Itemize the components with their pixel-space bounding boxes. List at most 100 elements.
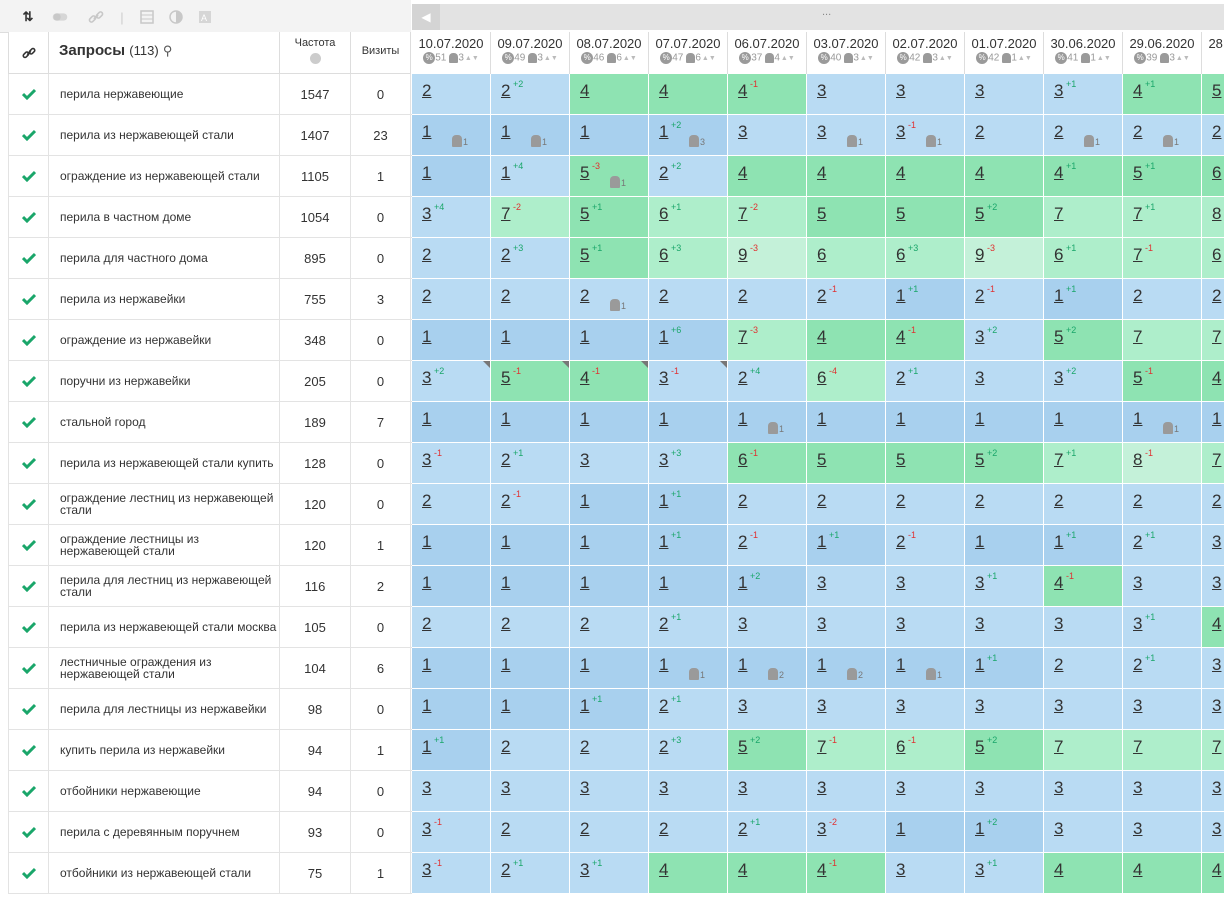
table-row[interactable]: перила для лестницы из нержавейки 98 0 [8,689,412,730]
position-value[interactable]: 2 [659,737,668,757]
check-cell[interactable] [8,648,49,688]
position-cell[interactable]: 2 +1 [649,689,728,730]
position-cell[interactable]: 4 [1044,853,1123,894]
position-value[interactable]: 4 [896,327,905,347]
position-cell[interactable]: 2 +1 [1123,648,1202,689]
comment-marker[interactable] [562,361,569,368]
position-cell[interactable]: 3 -1 1 [886,115,965,156]
sort-arrows-icon[interactable]: ▲▼ [860,55,874,62]
position-cell[interactable]: 5 [1202,74,1224,115]
position-cell[interactable]: 7 [1202,443,1224,484]
position-value[interactable]: 5 [1054,327,1063,347]
position-value[interactable]: 1 [422,163,431,183]
position-value[interactable]: 1 [896,819,905,839]
position-cell[interactable]: 11 [491,115,570,156]
position-value[interactable]: 2 [422,286,431,306]
position-value[interactable]: 4 [1133,860,1142,880]
position-cell[interactable]: 4 [649,853,728,894]
query-text[interactable]: ограждение из нержавейки [49,320,280,360]
collapse-left-icon[interactable]: ◀ [412,4,440,30]
position-value[interactable]: 2 [580,737,589,757]
position-cell[interactable]: 3 +1 [965,566,1044,607]
position-value[interactable]: 1 [738,573,747,593]
dates-scrollbar[interactable]: ◀ ... [412,4,1224,30]
position-value[interactable]: 2 [1054,122,1063,142]
position-value[interactable]: 3 [1212,819,1221,839]
position-cell[interactable]: 5 +2 [965,730,1044,771]
position-value[interactable]: 3 [580,778,589,798]
position-cell[interactable]: 6 -1 [728,443,807,484]
position-value[interactable]: 4 [580,81,589,101]
position-value[interactable]: 1 [422,327,431,347]
position-cell[interactable]: 3 +3 [649,443,728,484]
position-value[interactable]: 1 [896,286,905,306]
position-value[interactable]: 9 [738,245,747,265]
position-cell[interactable]: 2 [965,115,1044,156]
position-value[interactable]: 4 [659,81,668,101]
position-cell[interactable]: 2 [728,484,807,525]
position-value[interactable]: 1 [975,819,984,839]
position-value[interactable]: 3 [422,860,431,880]
position-value[interactable]: 2 [501,450,510,470]
position-cell[interactable]: 2 +4 [728,361,807,402]
sort-arrows-icon[interactable]: ▲▼ [939,55,953,62]
position-value[interactable]: 3 [659,450,668,470]
position-cell[interactable]: 3 [1123,771,1202,812]
position-value[interactable]: 1 [659,327,668,347]
position-cell[interactable]: 7 +1 [1044,443,1123,484]
position-cell[interactable]: 1 [807,402,886,443]
query-text[interactable]: перила в частном доме [49,197,280,237]
position-cell[interactable]: 2 [412,238,491,279]
position-cell[interactable]: 6 [1202,156,1224,197]
position-cell[interactable]: 2 [412,279,491,320]
position-value[interactable]: 4 [817,327,826,347]
position-value[interactable]: 6 [1212,163,1221,183]
position-value[interactable]: 7 [1133,245,1142,265]
position-value[interactable]: 3 [580,860,589,880]
position-cell[interactable]: 6 -1 [886,730,965,771]
position-cell[interactable]: 3 +2 [412,361,491,402]
position-cell[interactable]: 1 [491,566,570,607]
position-cell[interactable]: 3 [965,74,1044,115]
position-cell[interactable]: 1 +1 [1044,279,1123,320]
position-value[interactable]: 1 [501,696,510,716]
position-value[interactable]: 3 [422,368,431,388]
position-cell[interactable]: 2 [412,74,491,115]
query-text[interactable]: перила из нержавеющей стали купить [49,443,280,483]
table-row[interactable]: ограждение лестниц из нержавеющей стали 1… [8,484,412,525]
position-cell[interactable]: 1 [491,402,570,443]
position-cell[interactable]: 3 -2 [807,812,886,853]
position-value[interactable]: 2 [817,491,826,511]
position-value[interactable]: 4 [1054,573,1063,593]
position-cell[interactable]: 3 +1 [570,853,649,894]
position-value[interactable]: 3 [1212,655,1221,675]
position-cell[interactable]: 3 +1 [965,853,1044,894]
position-cell[interactable]: 7 -3 [728,320,807,361]
position-value[interactable]: 4 [817,163,826,183]
position-value[interactable]: 4 [896,163,905,183]
position-value[interactable]: 2 [1133,122,1142,142]
position-value[interactable]: 5 [896,450,905,470]
position-cell[interactable]: 7 [1044,197,1123,238]
date-column-header[interactable]: 30.06.2020% 41 1▲▼ [1044,32,1123,74]
check-cell[interactable] [8,279,49,319]
position-value[interactable]: 3 [896,860,905,880]
position-cell[interactable]: 4 -1 [1044,566,1123,607]
position-cell[interactable]: 5 [886,197,965,238]
position-value[interactable]: 3 [659,368,668,388]
position-cell[interactable]: 3 [570,443,649,484]
position-cell[interactable]: 1 [649,402,728,443]
position-cell[interactable]: 2 [965,484,1044,525]
position-cell[interactable]: 2 +1 [728,812,807,853]
position-value[interactable]: 2 [975,122,984,142]
check-cell[interactable] [8,607,49,647]
position-value[interactable]: 4 [817,860,826,880]
position-cell[interactable]: 31 [807,115,886,156]
position-cell[interactable]: 2 [1123,484,1202,525]
position-value[interactable]: 5 [580,163,589,183]
position-cell[interactable]: 3 [1202,566,1224,607]
position-cell[interactable]: 4 [570,74,649,115]
position-cell[interactable]: 7 [1044,730,1123,771]
date-column-header[interactable]: 03.07.2020% 40 3▲▼ [807,32,886,74]
position-cell[interactable]: 2 [570,607,649,648]
